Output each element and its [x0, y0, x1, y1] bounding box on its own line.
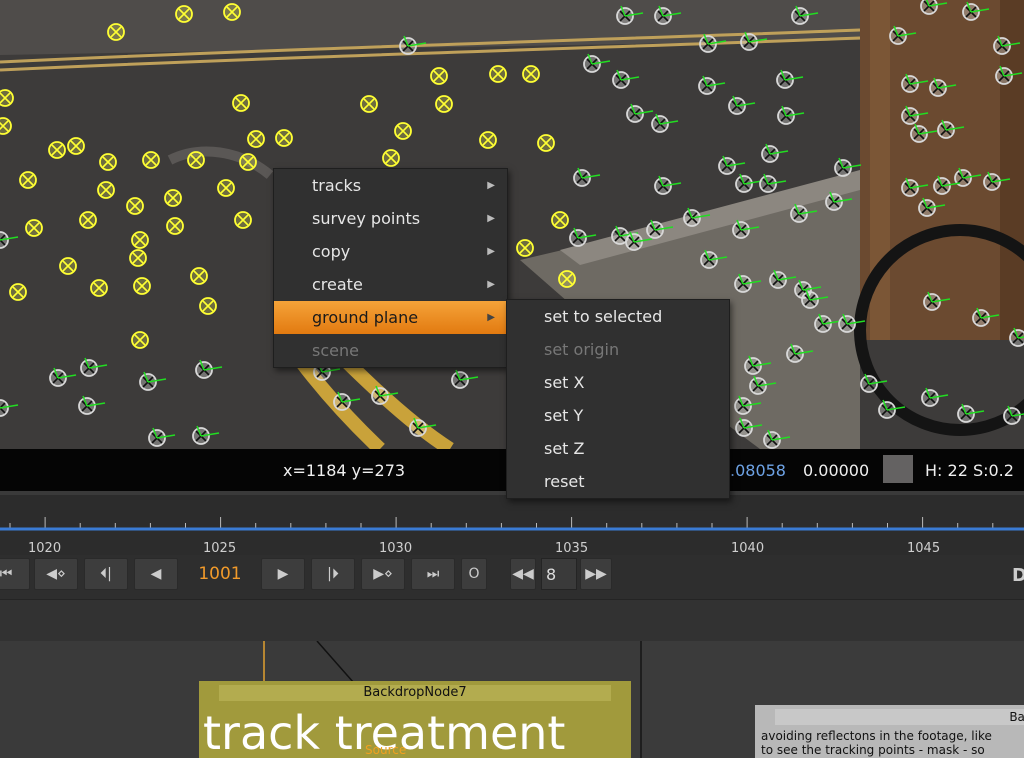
step-back-button[interactable]: ◀◀: [510, 558, 536, 590]
transport-controls: ⏮ ◀⋄ ⏴| ◀ 1001 ▶ |⏵ ▶⋄ ⏭ O ◀◀ 8 ▶▶ D: [0, 555, 1024, 599]
timeline-ruler[interactable]: 1020 1025 1030 1035 1040 1045: [0, 491, 1024, 556]
menu-item-copy[interactable]: copy ▶: [274, 235, 507, 268]
menu-item-survey-points[interactable]: survey points ▶: [274, 202, 507, 235]
context-menu: tracks ▶ survey points ▶ copy ▶ create ▶…: [273, 168, 508, 368]
fast-forward-icon: ▶▶: [585, 566, 607, 582]
menu-item-label: create: [312, 275, 363, 294]
skip-end-icon: ⏭: [426, 566, 440, 582]
cursor-coordinates: x=1184 y=273: [283, 461, 406, 480]
notes-line: avoiding reflectons in the footage, like: [761, 729, 992, 743]
submenu-arrow-icon: ▶: [487, 279, 495, 290]
skip-start-icon: ⏮: [0, 566, 13, 582]
submenu-item-set-to-selected[interactable]: set to selected: [507, 300, 729, 333]
panel-divider-strip: [0, 599, 1024, 641]
frame-increment-field[interactable]: 8: [541, 558, 577, 590]
play-icon: ▶: [277, 566, 289, 582]
right-node-area[interactable]: Backdr avoiding reflectons in the footag…: [640, 641, 1024, 758]
pixel-value-blue: .08058: [730, 461, 786, 480]
menu-item-scene: scene: [274, 334, 507, 367]
menu-item-label: copy: [312, 242, 351, 261]
play-forward-button[interactable]: ▶: [261, 558, 305, 590]
submenu-item-set-x[interactable]: set X: [507, 366, 729, 399]
frame-label: 1040: [731, 541, 765, 556]
next-keyframe-icon: ▶⋄: [373, 566, 393, 582]
frame-label: 1030: [379, 541, 413, 556]
panel-menu-icon[interactable]: D: [1012, 565, 1024, 586]
loop-mode-button[interactable]: O: [461, 558, 487, 590]
play-backward-button[interactable]: ◀: [134, 558, 178, 590]
rewind-icon: ◀◀: [512, 566, 534, 582]
step-back-icon: ⏴|: [100, 566, 112, 582]
menu-item-label: survey points: [312, 209, 421, 228]
timeline-ticks: [0, 517, 1024, 531]
node-graph[interactable]: BackdropNode7 track treatment Source: [0, 641, 640, 758]
submenu-arrow-icon: ▶: [487, 213, 495, 224]
backdrop-title: BackdropNode7: [219, 685, 611, 701]
backdrop-node[interactable]: BackdropNode7 track treatment Source: [199, 681, 631, 758]
submenu-arrow-icon: ▶: [487, 246, 495, 257]
step-forward-button[interactable]: ▶▶: [580, 558, 612, 590]
last-frame-button[interactable]: ⏭: [411, 558, 455, 590]
frame-label: 1020: [28, 541, 62, 556]
play-reverse-icon: ◀: [150, 566, 162, 582]
first-frame-button[interactable]: ⏮: [0, 558, 30, 590]
menu-item-label: ground plane: [312, 308, 419, 327]
frame-label: 1025: [203, 541, 237, 556]
color-swatch: [883, 455, 913, 483]
pixel-value-alpha: 0.00000: [803, 461, 870, 480]
ground-plane-submenu: set to selected set origin set X set Y s…: [506, 299, 730, 499]
submenu-item-reset[interactable]: reset: [507, 465, 729, 498]
frame-label: 1035: [555, 541, 589, 556]
menu-item-label: scene: [312, 341, 359, 360]
submenu-item-set-origin: set origin: [544, 340, 620, 359]
submenu-arrow-icon: ▶: [487, 180, 495, 191]
next-frame-button[interactable]: |⏵: [311, 558, 355, 590]
menu-item-create[interactable]: create ▶: [274, 268, 507, 301]
backdrop-node-notes[interactable]: Backdr avoiding reflectons in the footag…: [755, 705, 1024, 758]
next-keyframe-button[interactable]: ▶⋄: [361, 558, 405, 590]
prev-frame-button[interactable]: ⏴|: [84, 558, 128, 590]
notes-line: to see the tracking points - mask - so: [761, 743, 985, 757]
frame-label: 1045: [907, 541, 941, 556]
submenu-item-set-y[interactable]: set Y: [507, 399, 729, 432]
current-frame-field[interactable]: 1001: [182, 558, 258, 590]
submenu-item-set-z[interactable]: set Z: [507, 432, 729, 465]
menu-item-label: tracks: [312, 176, 362, 195]
source-node-label[interactable]: Source: [365, 743, 406, 757]
menu-item-ground-plane[interactable]: ground plane ▶: [274, 301, 507, 334]
submenu-arrow-icon: ▶: [487, 312, 495, 323]
prev-keyframe-icon: ◀⋄: [46, 566, 66, 582]
prev-keyframe-button[interactable]: ◀⋄: [34, 558, 78, 590]
menu-item-tracks[interactable]: tracks ▶: [274, 169, 507, 202]
backdrop-notes-title: Backdr: [775, 709, 1024, 725]
step-forward-icon: |⏵: [327, 566, 339, 582]
hsv-readout: H: 22 S:0.2: [925, 461, 1014, 480]
